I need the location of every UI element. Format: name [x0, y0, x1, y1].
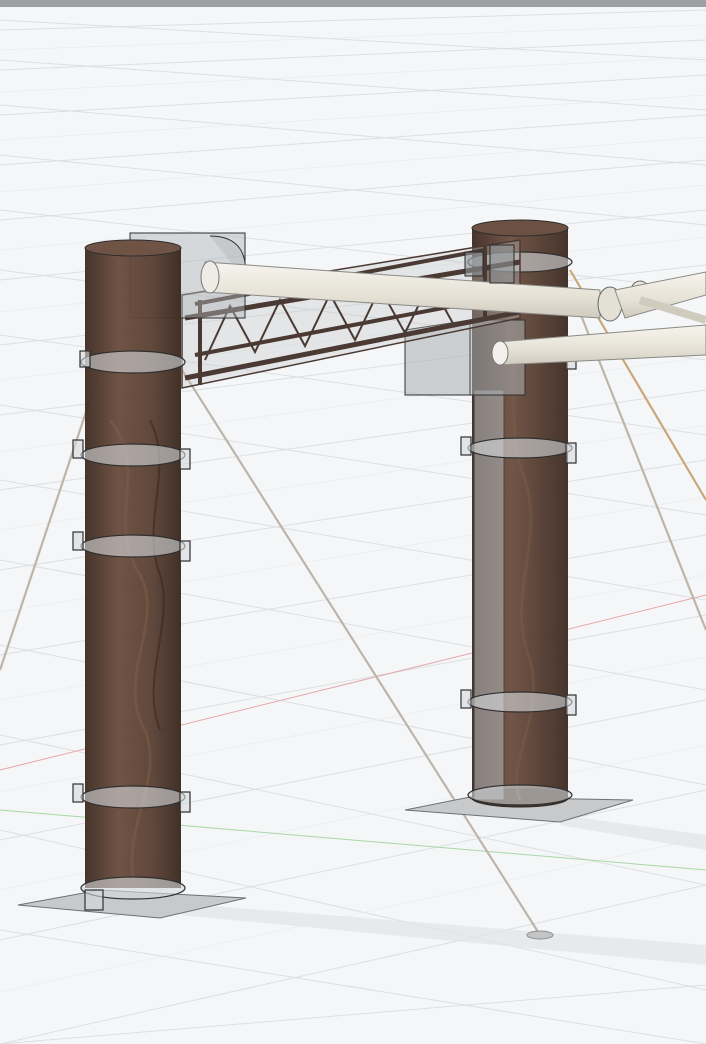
model-canvas[interactable]: [0, 0, 706, 1044]
ground-anchor-icon: [526, 930, 554, 940]
3d-viewport[interactable]: #5e4538: [0, 0, 706, 1044]
ground-shadow-right: [560, 815, 706, 850]
